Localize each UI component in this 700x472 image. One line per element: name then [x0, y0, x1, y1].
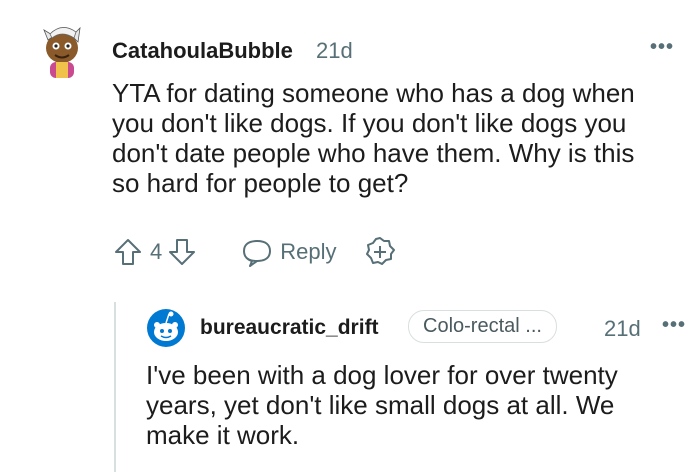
- reply-button[interactable]: Reply: [240, 236, 337, 268]
- reply-body: I've been with a dog lover for over twen…: [146, 360, 686, 450]
- award-button[interactable]: [363, 235, 397, 269]
- reply-body-line: years, yet don't like small dogs at all.…: [146, 390, 615, 420]
- upvote-icon[interactable]: [112, 236, 144, 268]
- reply-body-line: I've been with a dog lover for over twen…: [146, 360, 618, 390]
- comment-username[interactable]: CatahoulaBubble: [112, 38, 293, 64]
- reply-avatar[interactable]: [146, 308, 186, 348]
- user-flair: Colo-rectal ...: [408, 310, 557, 343]
- reply-label: Reply: [280, 239, 337, 264]
- award-plus-icon: [365, 237, 395, 265]
- comment-body-line: so hard for people to get?: [112, 168, 409, 198]
- comment-action-bar: 4 Reply: [112, 234, 397, 270]
- thread-line[interactable]: [114, 302, 116, 472]
- comment-bubble-icon: [240, 236, 274, 268]
- snoo-icon: [147, 309, 185, 347]
- comment-age: 21d: [316, 38, 353, 63]
- comment-body-line: YTA for dating someone who has a dog whe…: [112, 78, 635, 108]
- comment-body: YTA for dating someone who has a dog whe…: [112, 78, 692, 198]
- reply-username[interactable]: bureaucratic_drift: [200, 316, 379, 340]
- reply-more-options-icon[interactable]: •••: [662, 314, 686, 337]
- downvote-icon[interactable]: [166, 236, 198, 268]
- comment-body-line: don't date people who have them. Why is …: [112, 138, 635, 168]
- avatar[interactable]: [36, 18, 88, 82]
- more-options-icon[interactable]: •••: [650, 36, 674, 59]
- comment-body-line: you don't like dogs. If you don't like d…: [112, 108, 627, 138]
- reply-age: 21d: [604, 316, 641, 341]
- reply-body-line: make it work.: [146, 420, 300, 450]
- vote-count: 4: [150, 239, 163, 264]
